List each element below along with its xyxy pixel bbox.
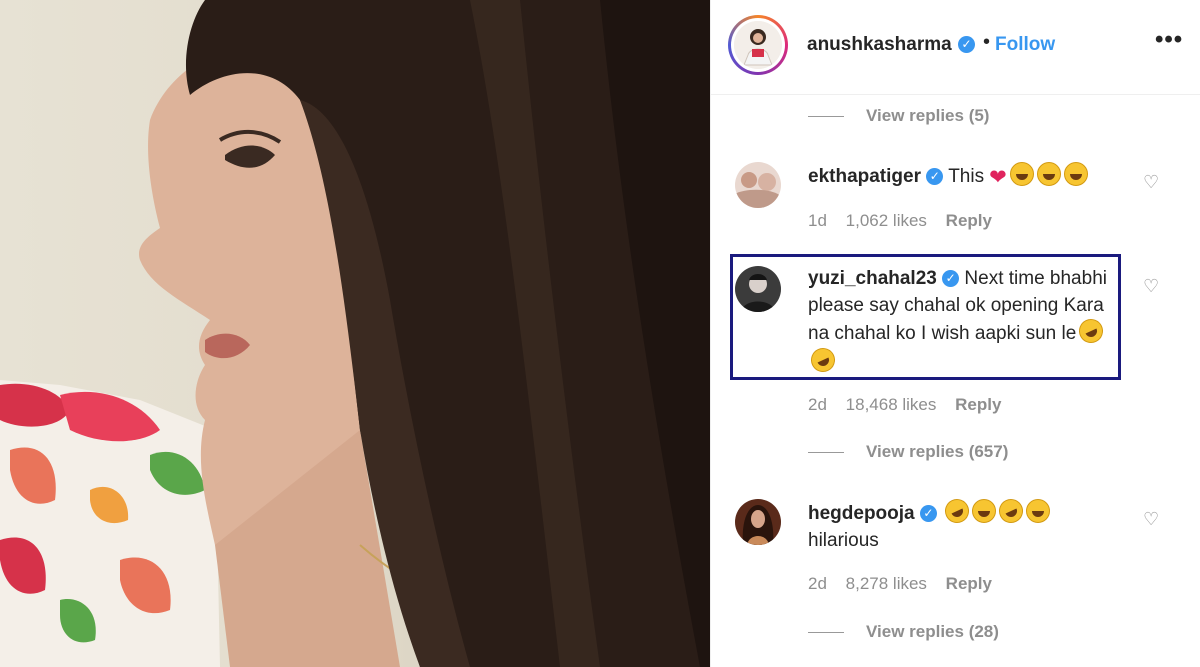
laughing-emoji-icon xyxy=(1026,499,1051,523)
verified-badge-icon: ✓ xyxy=(919,505,937,523)
comment-username[interactable]: hegdepooja xyxy=(808,503,915,524)
comment-meta: 1d 1,062 likes Reply xyxy=(808,211,1006,231)
reply-button[interactable]: Reply xyxy=(955,395,1001,414)
comment-avatar[interactable] xyxy=(735,162,781,208)
like-heart-icon[interactable]: ♡ xyxy=(1143,509,1159,530)
replies-line-divider xyxy=(808,632,844,634)
laughing-emoji-icon xyxy=(1009,162,1034,186)
like-heart-icon[interactable]: ♡ xyxy=(1143,276,1159,297)
comment-age: 2d xyxy=(808,574,827,593)
like-heart-icon[interactable]: ♡ xyxy=(1143,172,1159,193)
laughing-emoji-icon xyxy=(972,499,997,523)
verified-badge-icon: ✓ xyxy=(958,36,975,53)
comment-username[interactable]: ekthapatiger xyxy=(808,166,921,187)
red-heart-emoji-icon: ❤ xyxy=(989,166,1007,189)
comment-body: ekthapatiger ✓ This ❤ xyxy=(808,162,1128,192)
comment-age: 2d xyxy=(808,395,827,414)
comment-age: 1d xyxy=(808,211,827,230)
view-replies-button[interactable]: View replies (657) xyxy=(808,442,1008,462)
comment-meta: 2d 18,468 likes Reply xyxy=(808,395,1015,415)
owner-avatar-image xyxy=(734,21,782,69)
view-replies-button[interactable]: View replies (28) xyxy=(808,622,999,642)
comment-text: This xyxy=(948,166,985,187)
laughing-emoji-icon xyxy=(1063,162,1088,186)
owner-avatar[interactable] xyxy=(728,15,788,75)
comment-likes[interactable]: 18,468 likes xyxy=(846,395,937,414)
comment-body: hegdepooja ✓ hilarious xyxy=(808,495,1128,554)
view-replies-button[interactable]: View replies (5) xyxy=(808,106,989,126)
comment-avatar[interactable] xyxy=(735,499,781,545)
replies-line-divider xyxy=(808,452,844,454)
separator-dot: • xyxy=(983,31,991,53)
post-photo[interactable] xyxy=(0,0,710,667)
rofl-emoji-icon xyxy=(995,495,1028,527)
replies-line-divider xyxy=(808,116,844,118)
reply-button[interactable]: Reply xyxy=(946,211,992,230)
verified-badge-icon: ✓ xyxy=(926,168,944,186)
rofl-emoji-icon xyxy=(941,495,974,527)
comment-likes[interactable]: 8,278 likes xyxy=(846,574,927,593)
comment-likes[interactable]: 1,062 likes xyxy=(846,211,927,230)
reply-button[interactable]: Reply xyxy=(946,574,992,593)
comment-meta: 2d 8,278 likes Reply xyxy=(808,574,1006,594)
highlight-annotation-box xyxy=(730,254,1121,380)
instagram-post-view: anushkasharma ✓ • Follow ••• View replie… xyxy=(0,0,1200,667)
post-header: anushkasharma ✓ • Follow ••• xyxy=(711,0,1200,95)
follow-button[interactable]: Follow xyxy=(995,34,1055,56)
laughing-emoji-icon xyxy=(1036,162,1061,186)
woman-profile-illustration xyxy=(0,0,710,667)
comment-text: hilarious xyxy=(808,529,879,551)
owner-username[interactable]: anushkasharma xyxy=(807,34,952,56)
more-options-icon[interactable]: ••• xyxy=(1155,26,1183,54)
